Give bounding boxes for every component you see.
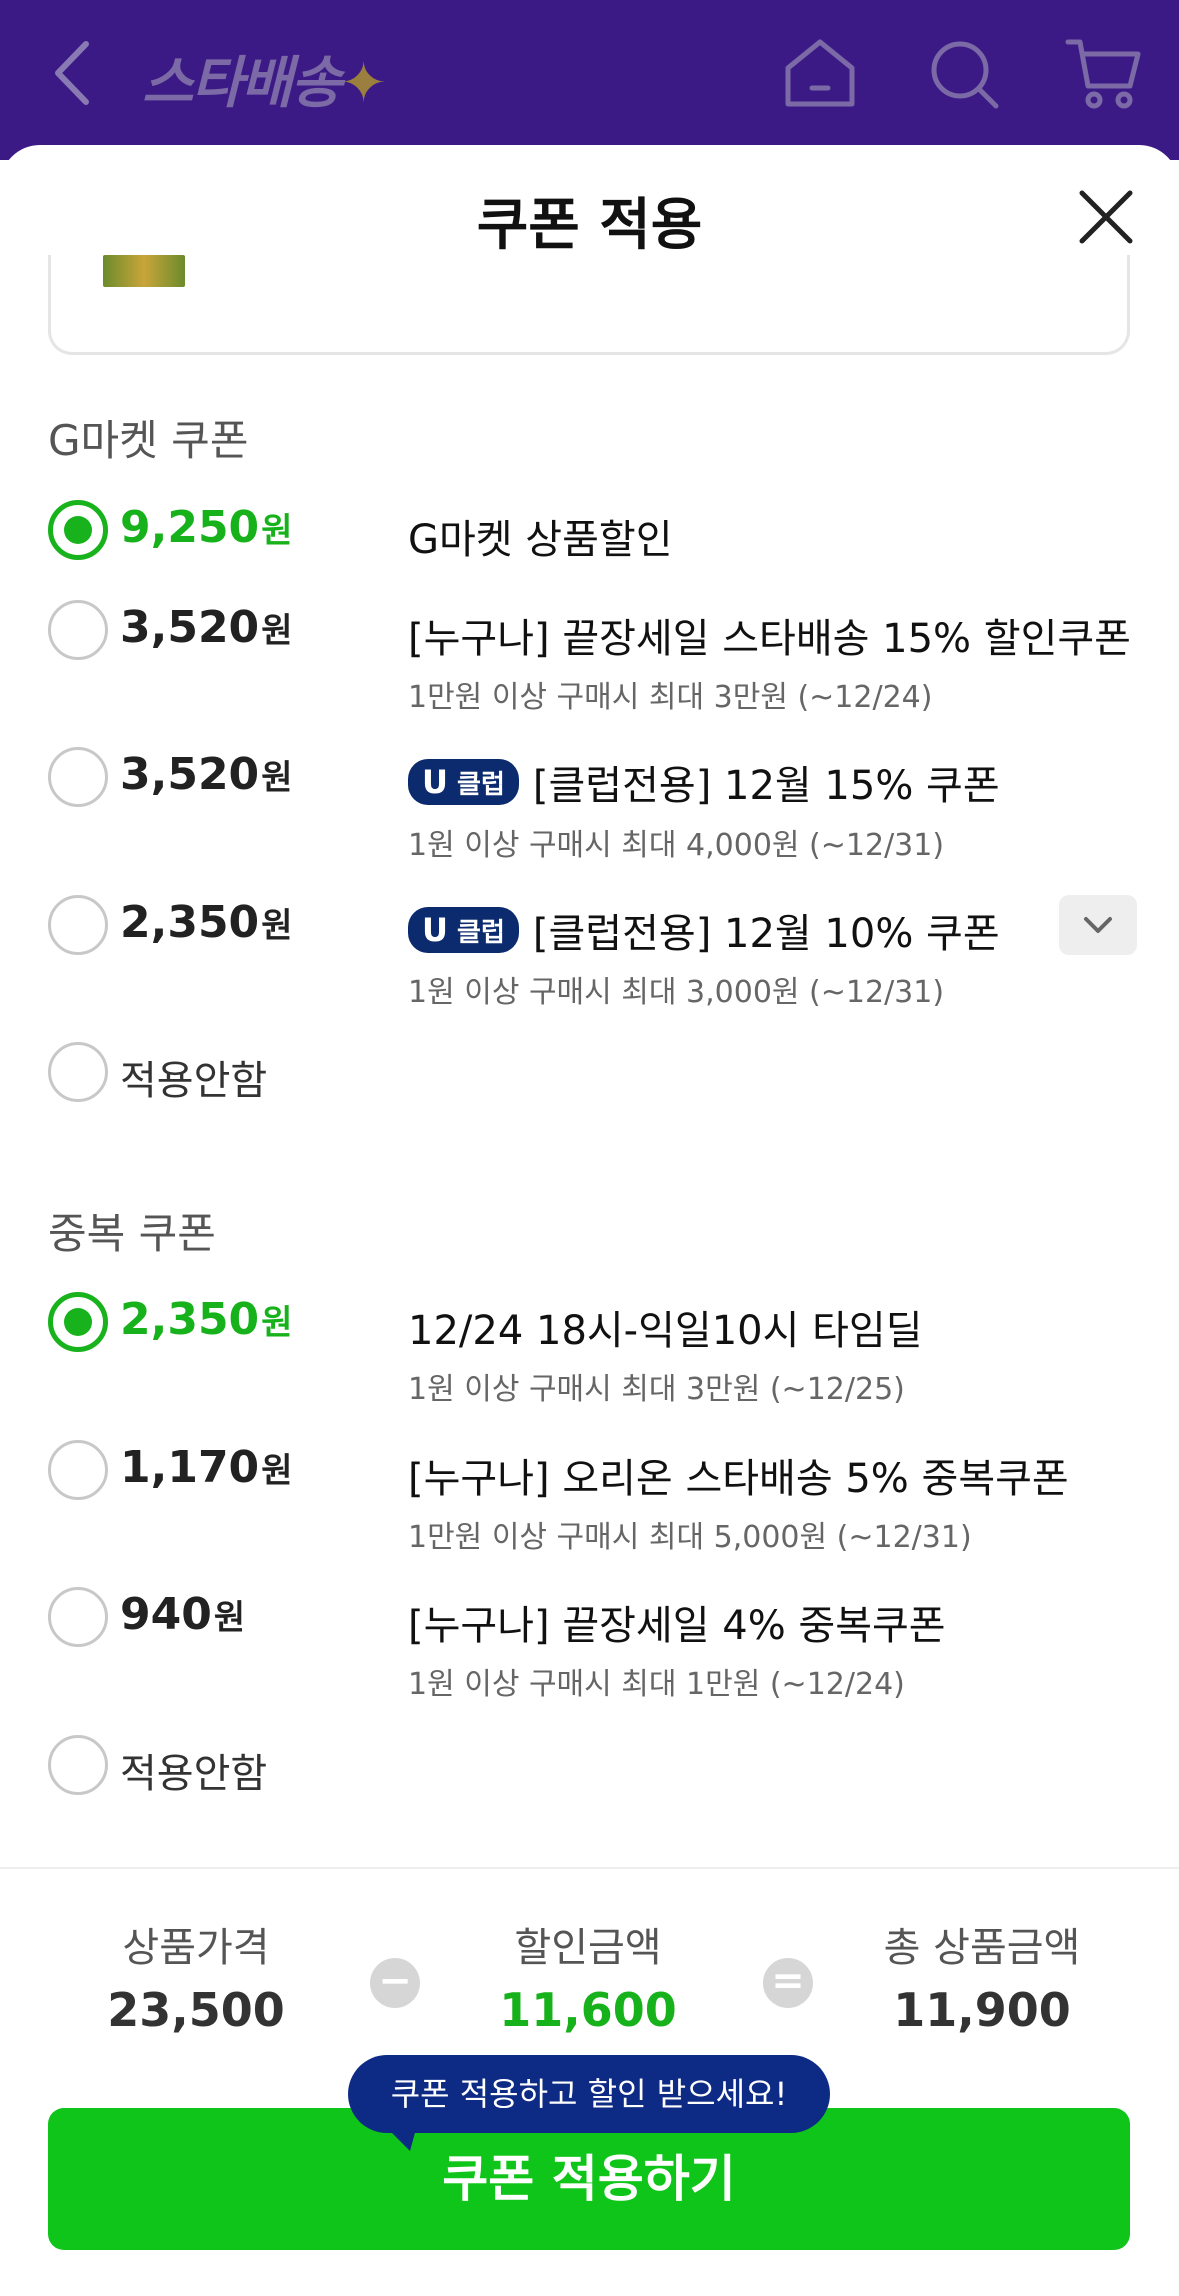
search-icon[interactable]	[924, 34, 1004, 114]
app-header: 스타배송✦	[0, 0, 1179, 160]
coupon-radio[interactable]	[48, 1587, 108, 1647]
no-apply-label: 적용안함	[120, 1751, 268, 1797]
no-apply-label: 적용안함	[120, 1058, 268, 1104]
discount-label: 할인금액	[514, 1925, 662, 1971]
product-thumbnail	[103, 255, 185, 287]
coupon-sheet: 쿠폰 적용 G마켓 쿠폰 9,250원 G마켓 상품할인 3,520원 [누구나…	[0, 145, 1179, 2296]
expand-button[interactable]	[1059, 895, 1137, 955]
coupon-amount: 2,350원	[120, 1294, 293, 1345]
coupon-condition: 1원 이상 구매시 최대 3만원 (~12/25)	[408, 1372, 905, 1407]
coupon-title: U 클럽 [클럽전용] 12월 10% 쿠폰	[408, 901, 1000, 959]
coupon-radio-selected[interactable]	[48, 500, 108, 560]
discount-value: 11,600	[499, 1983, 677, 2037]
coupon-radio[interactable]	[48, 600, 108, 660]
coupon-radio[interactable]	[48, 1440, 108, 1500]
coupon-condition: 1만원 이상 구매시 최대 3만원 (~12/24)	[408, 680, 933, 715]
coupon-amount: 940원	[120, 1589, 246, 1640]
coupon-condition: 1원 이상 구매시 최대 3,000원 (~12/31)	[408, 975, 945, 1010]
equals-icon: =	[763, 1958, 813, 2008]
minus-icon: −	[370, 1958, 420, 2008]
coupon-amount: 1,170원	[120, 1442, 293, 1493]
cart-icon[interactable]	[1064, 34, 1144, 114]
price-label: 상품가격	[122, 1925, 270, 1971]
u-club-badge: U 클럽	[408, 759, 519, 805]
total-value: 11,900	[893, 1983, 1071, 2037]
coupon-amount: 3,520원	[120, 602, 293, 653]
logo-star: ✦	[340, 51, 387, 116]
coupon-title: U 클럽 [클럽전용] 12월 15% 쿠폰	[408, 753, 1000, 811]
total-label: 총 상품금액	[883, 1925, 1081, 1971]
chevron-down-icon	[1084, 917, 1112, 933]
coupon-title: [누구나] 끝장세일 스타배송 15% 할인쿠폰	[408, 616, 1131, 662]
u-club-badge: U 클럽	[408, 907, 519, 953]
gmarket-coupon-title: G마켓 쿠폰	[48, 416, 249, 465]
starbaesong-logo[interactable]: 스타배송✦	[142, 38, 387, 119]
back-arrow-icon[interactable]	[48, 38, 98, 108]
duplicate-coupon-title: 중복 쿠폰	[48, 1209, 216, 1258]
logo-text: 스타배송	[142, 51, 342, 116]
home-icon[interactable]	[780, 34, 860, 114]
close-icon[interactable]	[1078, 189, 1134, 245]
coupon-title: [누구나] 끝장세일 4% 중복쿠폰	[408, 1603, 946, 1649]
coupon-condition: 1원 이상 구매시 최대 1만원 (~12/24)	[408, 1667, 905, 1702]
coupon-title: 12/24 18시-익일10시 타임딜	[408, 1308, 923, 1354]
price-value: 23,500	[107, 1983, 285, 2037]
coupon-title: G마켓 상품할인	[408, 517, 673, 563]
coupon-radio[interactable]	[48, 895, 108, 955]
sheet-title: 쿠폰 적용	[476, 193, 703, 258]
no-apply-radio[interactable]	[48, 1042, 108, 1102]
coupon-condition: 1원 이상 구매시 최대 4,000원 (~12/31)	[408, 828, 945, 863]
divider	[0, 1867, 1179, 1869]
coupon-amount: 9,250원	[120, 502, 293, 553]
coupon-amount: 2,350원	[120, 897, 293, 948]
coupon-radio[interactable]	[48, 747, 108, 807]
coupon-amount: 3,520원	[120, 749, 293, 800]
no-apply-radio[interactable]	[48, 1735, 108, 1795]
coupon-condition: 1만원 이상 구매시 최대 5,000원 (~12/31)	[408, 1520, 972, 1555]
coupon-radio-selected[interactable]	[48, 1292, 108, 1352]
promo-tooltip: 쿠폰 적용하고 할인 받으세요!	[348, 2055, 830, 2133]
product-card	[48, 255, 1130, 355]
coupon-title: [누구나] 오리온 스타배송 5% 중복쿠폰	[408, 1456, 1069, 1502]
